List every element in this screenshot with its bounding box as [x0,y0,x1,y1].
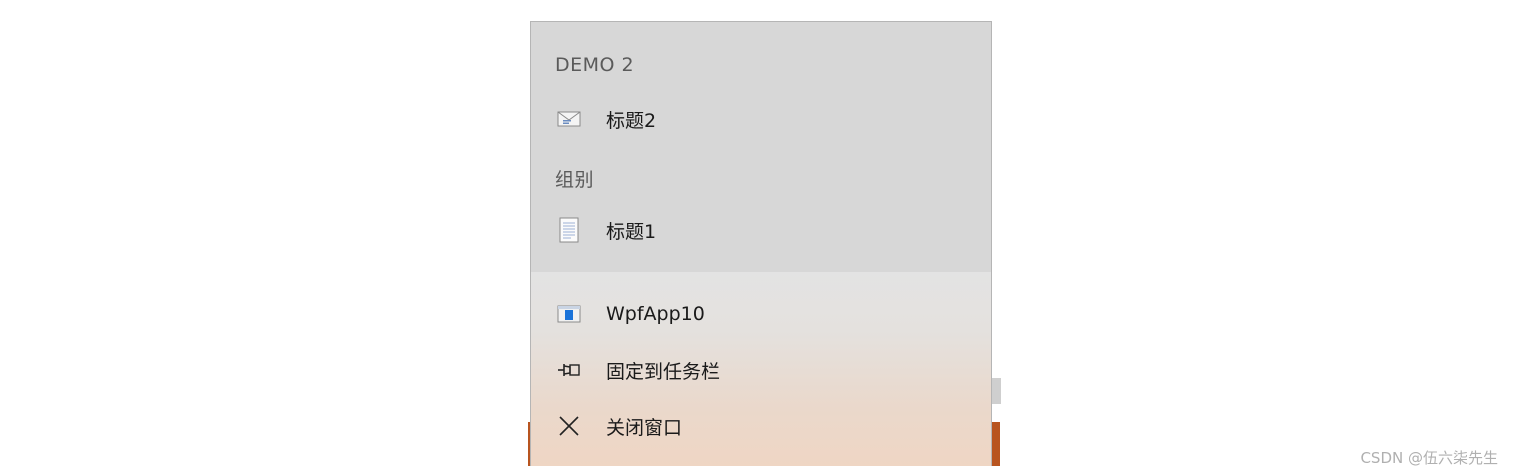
jump-item-title2[interactable]: 标题2 [531,97,991,141]
envelope-icon [556,106,582,132]
jump-item-label: 标题1 [606,220,657,243]
task-label: 关闭窗口 [606,416,683,439]
close-icon [556,413,582,439]
pin-icon [556,357,582,383]
document-icon [556,217,582,243]
jump-list-menu: DEMO 2 标题2 组别 标题1 WpfApp10 固定到任务栏 关闭窗口 [530,21,992,466]
task-pin-to-taskbar[interactable]: 固定到任务栏 [531,348,991,392]
app-window-icon [556,301,582,327]
jump-item-title1[interactable]: 标题1 [531,208,991,252]
task-label: WpfApp10 [606,303,705,325]
screen: DEMO 2 标题2 组别 标题1 WpfApp10 固定到任务栏 关闭窗口 C… [0,0,1518,476]
group-header-group: 组别 [555,169,595,191]
watermark: CSDN @伍六柒先生 [1360,449,1498,467]
group-header-demo2: DEMO 2 [555,54,635,76]
task-app-wpfapp10[interactable]: WpfApp10 [531,292,991,336]
task-close-window[interactable]: 关闭窗口 [531,404,991,448]
jump-list-tasks: WpfApp10 固定到任务栏 关闭窗口 [531,272,991,466]
task-label: 固定到任务栏 [606,360,721,383]
jump-list-custom-categories: DEMO 2 标题2 组别 标题1 [531,22,991,272]
jump-item-label: 标题2 [606,109,657,132]
